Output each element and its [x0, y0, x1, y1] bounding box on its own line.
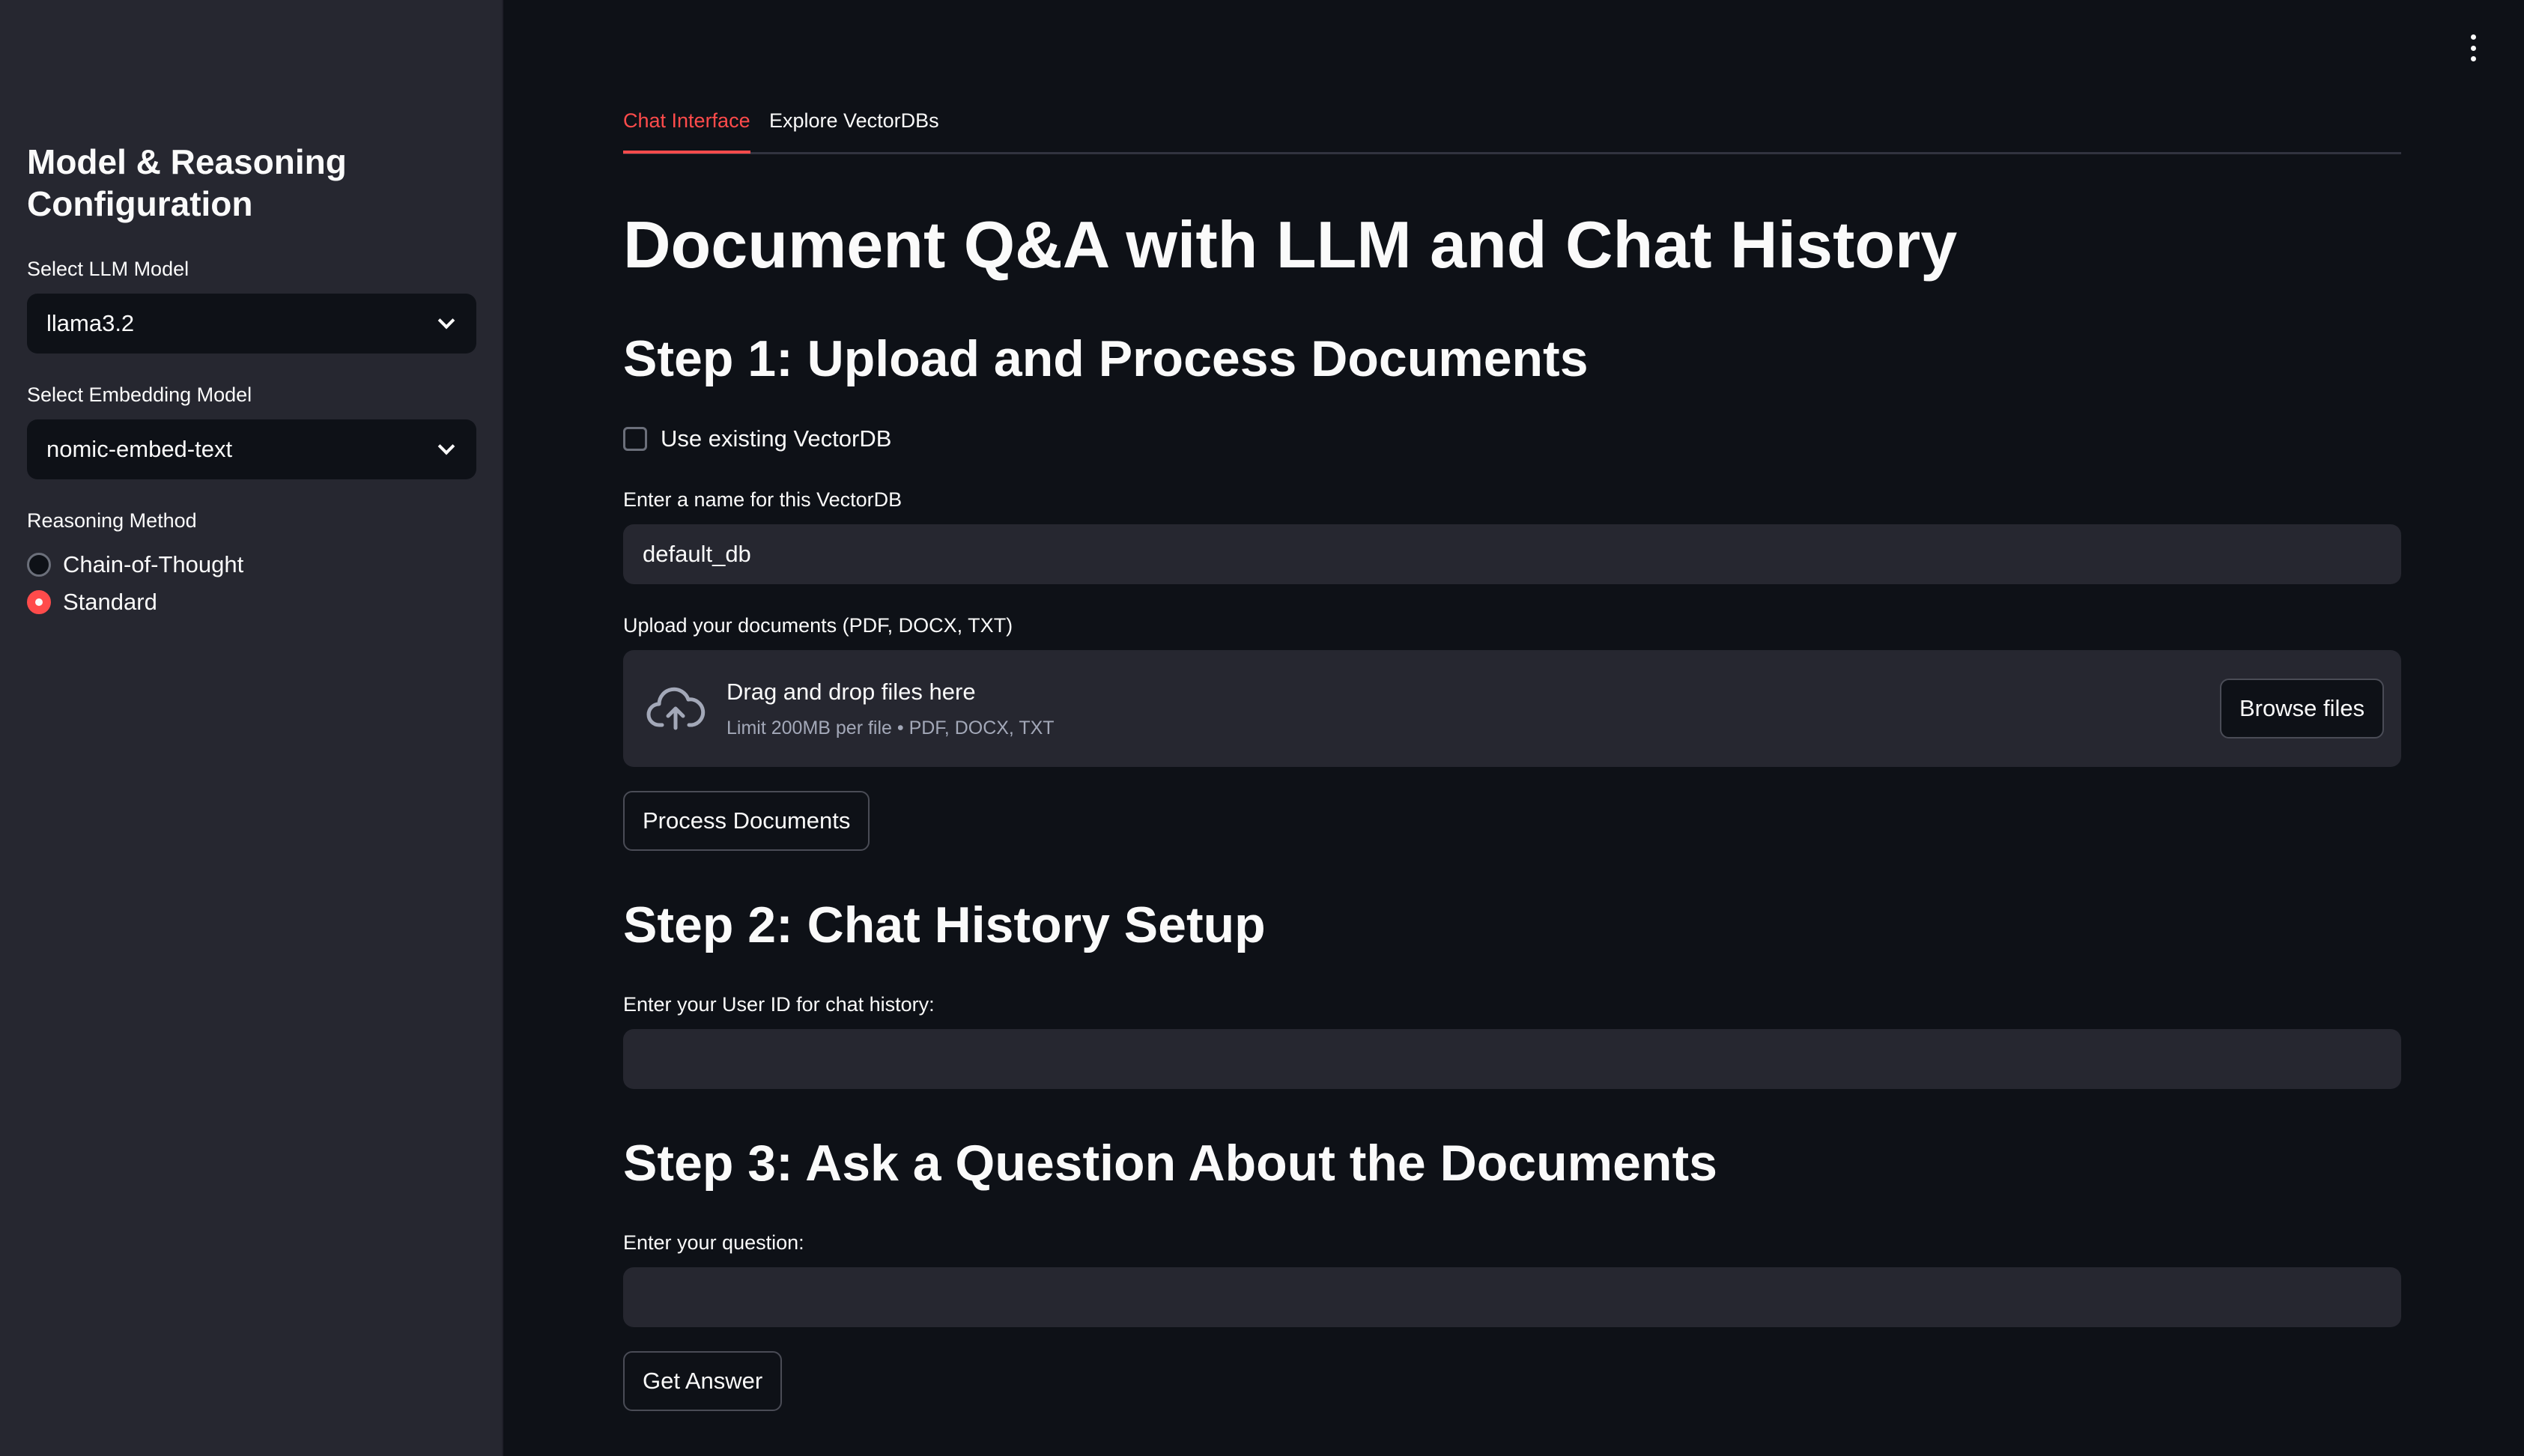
page-title: Document Q&A with LLM and Chat History: [623, 207, 1958, 282]
question-input[interactable]: [623, 1267, 2401, 1327]
radio-label: Chain-of-Thought: [63, 551, 244, 577]
embedding-model-label: Select Embedding Model: [27, 383, 252, 406]
upload-label: Upload your documents (PDF, DOCX, TXT): [623, 614, 1013, 637]
user-id-label: Enter your User ID for chat history:: [623, 993, 935, 1016]
app-root: Model & Reasoning Configuration Select L…: [0, 0, 2524, 1456]
upload-cloud-icon: [646, 687, 706, 730]
chevron-down-icon: [437, 437, 455, 455]
question-label: Enter your question:: [623, 1231, 804, 1254]
reasoning-method-label: Reasoning Method: [27, 509, 197, 532]
file-uploader-dropzone[interactable]: Drag and drop files here Limit 200MB per…: [623, 650, 2401, 767]
upload-limit-text: Limit 200MB per file • PDF, DOCX, TXT: [726, 718, 1055, 738]
llm-model-label: Select LLM Model: [27, 258, 189, 280]
radio-standard[interactable]: Standard: [27, 589, 157, 616]
step1-heading: Step 1: Upload and Process Documents: [623, 330, 1589, 387]
tab-bar: Chat Interface Explore VectorDBs: [623, 105, 2401, 154]
browse-files-button[interactable]: Browse files: [2220, 679, 2385, 738]
radio-button-selected: [27, 590, 51, 614]
process-documents-button[interactable]: Process Documents: [623, 791, 870, 851]
radio-label: Standard: [63, 589, 157, 615]
db-name-input[interactable]: [623, 524, 2401, 584]
tab-explore-vectordbs[interactable]: Explore VectorDBs: [769, 109, 939, 151]
db-name-label: Enter a name for this VectorDB: [623, 488, 902, 511]
checkbox-label: Use existing VectorDB: [661, 425, 892, 452]
radio-button: [27, 553, 51, 577]
chevron-down-icon: [437, 312, 455, 330]
more-vertical-icon[interactable]: [2466, 34, 2481, 61]
step2-heading: Step 2: Chat History Setup: [623, 897, 1266, 953]
llm-model-select[interactable]: llama3.2: [27, 294, 476, 354]
embedding-model-select[interactable]: nomic-embed-text: [27, 419, 476, 479]
upload-instructions: Drag and drop files here: [726, 679, 976, 705]
radio-chain-of-thought[interactable]: Chain-of-Thought: [27, 551, 243, 578]
user-id-input[interactable]: [623, 1029, 2401, 1089]
get-answer-button[interactable]: Get Answer: [623, 1351, 783, 1411]
sidebar-title: Model & Reasoning Configuration: [27, 142, 347, 223]
sidebar: Model & Reasoning Configuration Select L…: [0, 0, 503, 1456]
tab-chat-interface[interactable]: Chat Interface: [623, 109, 750, 154]
use-existing-vectordb-checkbox[interactable]: Use existing VectorDB: [623, 425, 891, 452]
checkbox-box: [623, 427, 647, 451]
step3-heading: Step 3: Ask a Question About the Documen…: [623, 1135, 1717, 1192]
llm-model-value: llama3.2: [46, 310, 135, 336]
embedding-model-value: nomic-embed-text: [46, 436, 233, 462]
